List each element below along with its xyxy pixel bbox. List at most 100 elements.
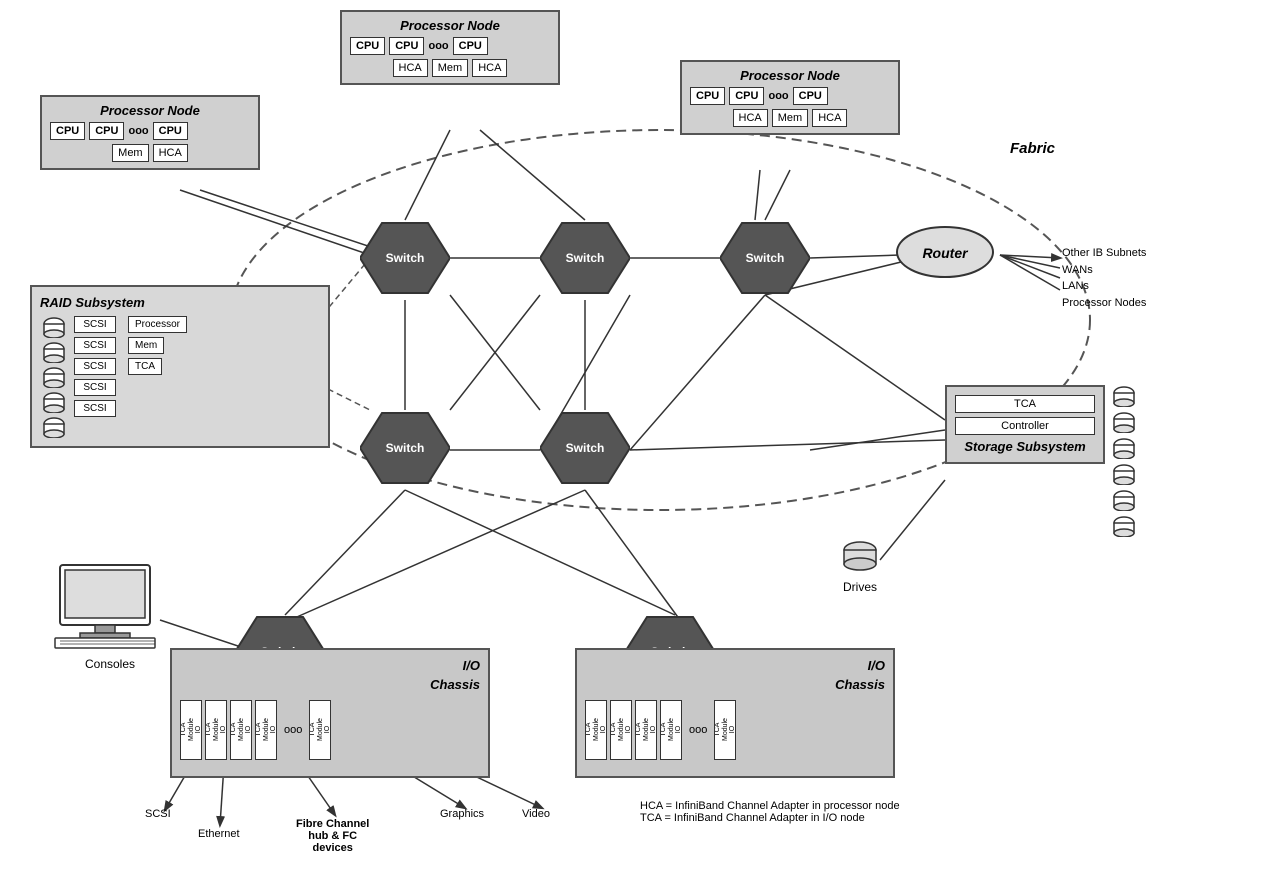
io-modules-right: TCAModuleIO TCAModuleIO TCAModuleIO TCAM… bbox=[585, 700, 885, 760]
raid-title: RAID Subsystem bbox=[40, 295, 320, 310]
pn-top-right-title: Processor Node bbox=[690, 68, 890, 83]
dots-tl: ooo bbox=[128, 125, 148, 137]
io-module-l2: TCAModuleIO bbox=[205, 700, 227, 760]
mem-tc: Mem bbox=[432, 59, 468, 77]
io-chassis-left: I/O Chassis TCAModuleIO TCAModuleIO TCAM… bbox=[170, 648, 490, 778]
io-module-r4: TCAModuleIO bbox=[660, 700, 682, 760]
mem-tr: Mem bbox=[772, 109, 808, 127]
io-module-r3: TCAModuleIO bbox=[635, 700, 657, 760]
dots-io-l: ooo bbox=[280, 724, 306, 736]
drive-icon-5 bbox=[40, 416, 68, 438]
hca-tc2: HCA bbox=[472, 59, 507, 77]
pn-top-right-hca-row: HCA Mem HCA bbox=[690, 109, 890, 127]
fabric-label: Fabric bbox=[1010, 140, 1055, 157]
io-chassis-right: I/O Chassis TCAModuleIO TCAModuleIO TCAM… bbox=[575, 648, 895, 778]
tca-storage: TCA bbox=[955, 395, 1095, 413]
scsi-row-3: SCSI TCA bbox=[74, 358, 187, 375]
scsi-box-2: SCSI bbox=[74, 337, 116, 354]
cpu-box-tl1: CPU bbox=[50, 122, 85, 140]
annotation-line2: WANs bbox=[1062, 262, 1146, 279]
drive-icon-2 bbox=[40, 341, 68, 363]
dots-tc: ooo bbox=[428, 40, 448, 52]
label-fibre: Fibre Channelhub & FCdevices bbox=[296, 818, 369, 854]
drive-icon-4 bbox=[40, 391, 68, 413]
io-chassis-right-title2: Chassis bbox=[585, 677, 885, 692]
scsi-row-5: SCSI bbox=[74, 400, 187, 417]
pn-top-left-hca-row: Mem HCA bbox=[50, 144, 250, 162]
scsi-box-4: SCSI bbox=[74, 379, 116, 396]
scsi-box-1: SCSI bbox=[74, 316, 116, 333]
annotation-line1: Other IB Subnets bbox=[1062, 245, 1146, 262]
storage-drive-1 bbox=[1110, 385, 1138, 407]
storage-drive-4 bbox=[1110, 463, 1138, 485]
pn-top-center-cpu-row: CPU CPU ooo CPU bbox=[350, 37, 550, 55]
storage-drive-5 bbox=[1110, 489, 1138, 511]
switch-2: Switch bbox=[540, 218, 630, 298]
drives-icon bbox=[840, 540, 880, 575]
io-chassis-right-title: I/O bbox=[868, 658, 885, 673]
switch-1: Switch bbox=[360, 218, 450, 298]
diagram: Processor Node CPU CPU ooo CPU HCA Mem H… bbox=[0, 0, 1268, 888]
pn-top-center-hca-row: HCA Mem HCA bbox=[350, 59, 550, 77]
io-chassis-left-title: I/O bbox=[463, 658, 480, 673]
drive-icon-1 bbox=[40, 316, 68, 338]
switch-5: Switch bbox=[540, 408, 630, 488]
scsi-box-3: SCSI bbox=[74, 358, 116, 375]
drives-section: Drives bbox=[840, 540, 880, 594]
cpu-box-tc1: CPU bbox=[350, 37, 385, 55]
label-video: Video bbox=[522, 808, 550, 820]
annotation-line4: Processor Nodes bbox=[1062, 295, 1146, 312]
io-module-l3: TCAModuleIO bbox=[230, 700, 252, 760]
hca-tc1: HCA bbox=[393, 59, 428, 77]
processor-node-top-right: Processor Node CPU CPU ooo CPU HCA Mem H… bbox=[680, 60, 900, 135]
io-module-l4: TCAModuleIO bbox=[255, 700, 277, 760]
scsi-row-4: SCSI bbox=[74, 379, 187, 396]
legend-line2: TCA = InfiniBand Channel Adapter in I/O … bbox=[640, 812, 900, 824]
scsi-box-5: SCSI bbox=[74, 400, 116, 417]
storage-subsystem: TCA Controller Storage Subsystem bbox=[945, 385, 1105, 464]
processor-node-top-left: Processor Node CPU CPU ooo CPU Mem HCA bbox=[40, 95, 260, 170]
pn-top-right-cpu-row: CPU CPU ooo CPU bbox=[690, 87, 890, 105]
router: Router bbox=[895, 225, 995, 280]
router-annotations: Other IB Subnets WANs LANs Processor Nod… bbox=[1062, 245, 1146, 311]
storage-drive-2 bbox=[1110, 411, 1138, 433]
raid-drives bbox=[40, 316, 68, 438]
storage-drive-6 bbox=[1110, 515, 1138, 537]
io-modules-left: TCAModuleIO TCAModuleIO TCAModuleIO TCAM… bbox=[180, 700, 480, 760]
console-icon bbox=[50, 560, 170, 650]
dots-io-r: ooo bbox=[685, 724, 711, 736]
drives-label: Drives bbox=[840, 580, 880, 594]
hca-tr2: HCA bbox=[812, 109, 847, 127]
processor-box: Processor bbox=[128, 316, 187, 333]
hca-tr1: HCA bbox=[733, 109, 768, 127]
legend: HCA = InfiniBand Channel Adapter in proc… bbox=[640, 800, 900, 824]
hca-tl: HCA bbox=[153, 144, 188, 162]
console-label: Consoles bbox=[50, 657, 170, 671]
mem-tl: Mem bbox=[112, 144, 148, 162]
pn-top-center-title: Processor Node bbox=[350, 18, 550, 33]
io-module-r5: TCAModuleIO bbox=[714, 700, 736, 760]
controller-storage: Controller bbox=[955, 417, 1095, 435]
scsi-row-1: SCSI Processor bbox=[74, 316, 187, 333]
annotation-line3: LANs bbox=[1062, 278, 1146, 295]
cpu-box-tr3: CPU bbox=[793, 87, 828, 105]
legend-line1: HCA = InfiniBand Channel Adapter in proc… bbox=[640, 800, 900, 812]
console: Consoles bbox=[50, 560, 170, 671]
raid-inner: SCSI Processor SCSI Mem SCSI TCA SCSI SC… bbox=[40, 316, 320, 438]
storage-title: Storage Subsystem bbox=[955, 439, 1095, 454]
cpu-box-tl3: CPU bbox=[153, 122, 188, 140]
storage-drives bbox=[1110, 385, 1138, 537]
pn-top-left-cpu-row: CPU CPU ooo CPU bbox=[50, 122, 250, 140]
io-module-r1: TCAModuleIO bbox=[585, 700, 607, 760]
io-module-r2: TCAModuleIO bbox=[610, 700, 632, 760]
storage-drive-3 bbox=[1110, 437, 1138, 459]
cpu-box-tc3: CPU bbox=[453, 37, 488, 55]
io-module-l1: TCAModuleIO bbox=[180, 700, 202, 760]
dots-tr: ooo bbox=[768, 90, 788, 102]
tca-box-raid: TCA bbox=[128, 358, 162, 375]
processor-node-top-center: Processor Node CPU CPU ooo CPU HCA Mem H… bbox=[340, 10, 560, 85]
io-chassis-left-title2: Chassis bbox=[180, 677, 480, 692]
raid-subsystem: RAID Subsystem SCSI Processor SCSI Mem bbox=[30, 285, 330, 448]
label-scsi: SCSI bbox=[145, 808, 171, 820]
switch-3: Switch bbox=[720, 218, 810, 298]
